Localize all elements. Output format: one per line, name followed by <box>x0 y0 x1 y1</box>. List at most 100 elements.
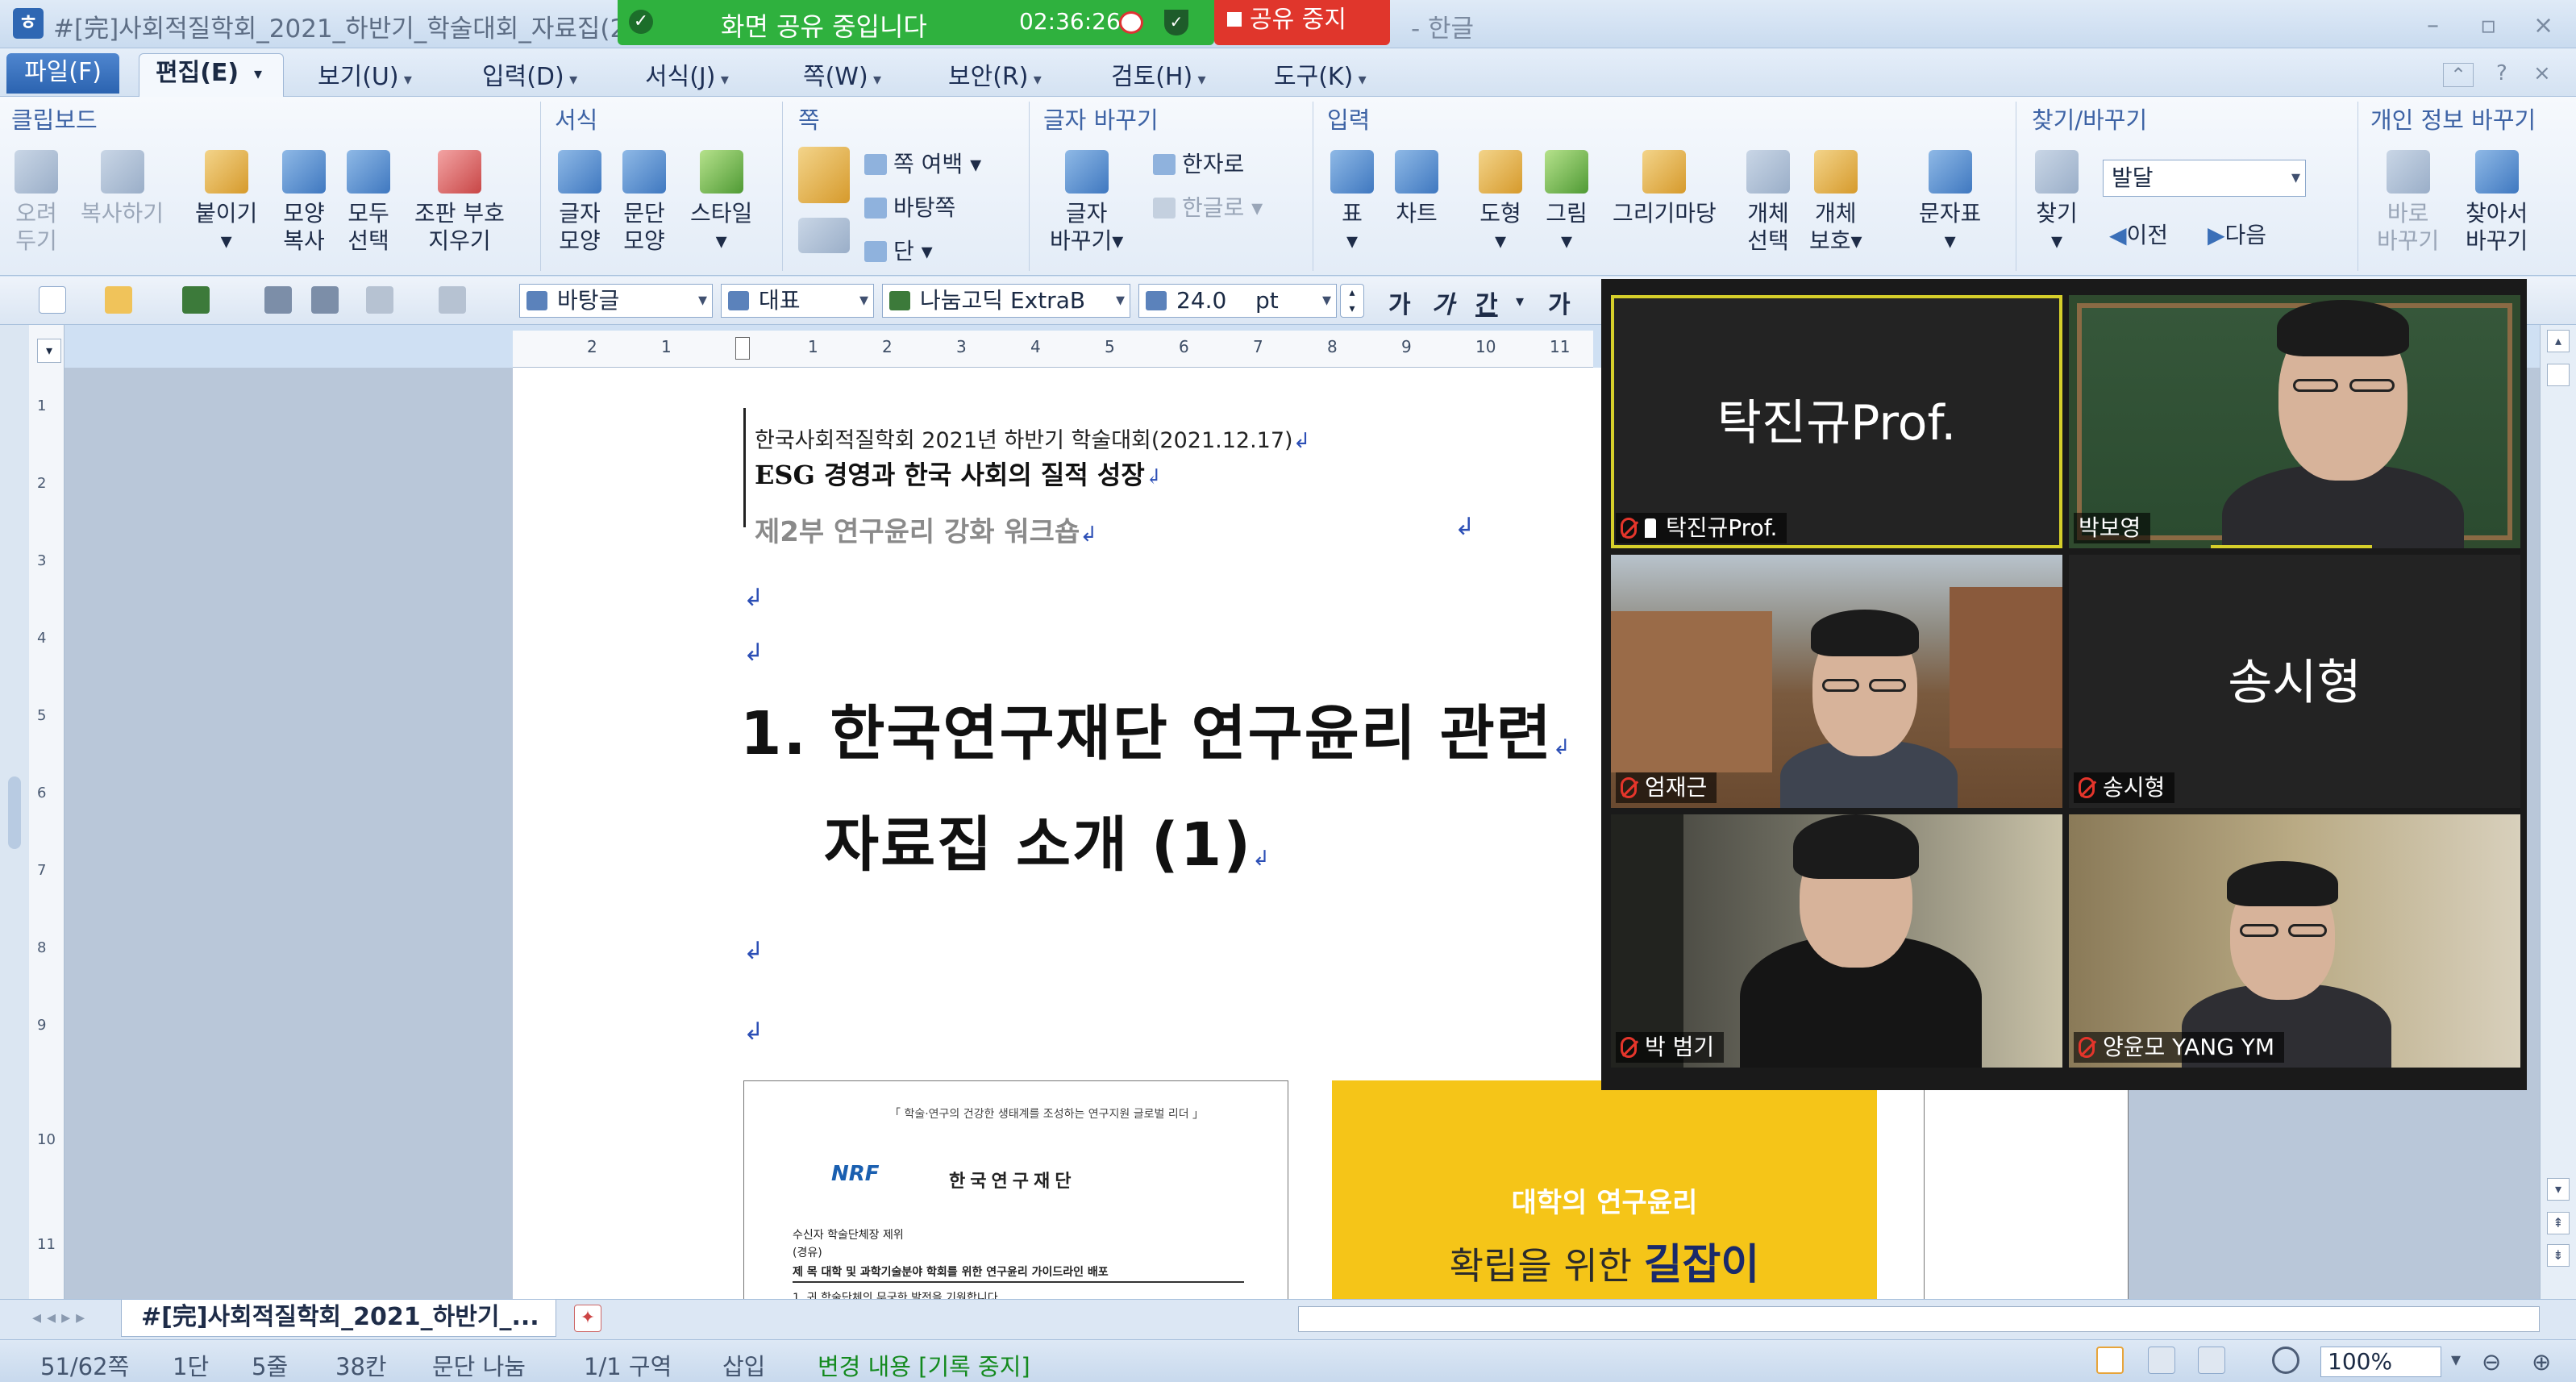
normal-view-icon[interactable] <box>2096 1347 2124 1374</box>
strike-button[interactable]: 가 <box>1548 285 1571 320</box>
participant-tile[interactable]: 송시형 송시형 <box>2069 555 2520 808</box>
vertical-scrollbar[interactable]: ▴ ▾ ⇞ ⇟ <box>2540 325 2576 1299</box>
picture-button[interactable]: 그림 ▾ <box>1545 150 1588 255</box>
new-tab-icon[interactable]: ✦ <box>574 1305 601 1332</box>
ruler-corner-button[interactable]: ▾ <box>37 339 61 363</box>
underline-dropdown[interactable]: ▾ <box>1516 291 1524 310</box>
security-shield-icon[interactable]: ✓ <box>1164 10 1188 35</box>
status-track-changes[interactable]: 변경 내용 [기록 중지] <box>818 1348 1030 1382</box>
chevron-down-icon[interactable]: ▾ <box>254 54 262 93</box>
status-page[interactable]: 51/62쪽 <box>40 1348 129 1382</box>
menu-review[interactable]: 검토(H) <box>1111 56 1206 92</box>
redo-icon[interactable] <box>439 286 466 314</box>
zoom-in-icon[interactable]: ⊕ <box>2532 1348 2551 1376</box>
find-next-button[interactable]: ▶다음 <box>2208 218 2266 250</box>
indent-marker[interactable] <box>735 337 750 360</box>
menu-security[interactable]: 보안(R) <box>948 56 1042 92</box>
save-icon[interactable] <box>182 286 210 314</box>
page-down-icon[interactable]: ⇟ <box>2547 1244 2570 1267</box>
symbols-button[interactable]: 문자표 ▾ <box>1919 150 1981 255</box>
undo-icon[interactable] <box>366 286 393 314</box>
find-button[interactable]: 찾기 ▾ <box>2035 150 2079 255</box>
participant-tile[interactable]: 박 범기 <box>1611 814 2062 1068</box>
italic-button[interactable]: 가 <box>1432 285 1454 320</box>
menu-view[interactable]: 보기(U) <box>318 56 412 92</box>
para-shape-button[interactable]: 문단 모양 <box>622 150 666 255</box>
privacy-find-button[interactable]: 찾아서 바꾸기 <box>2466 150 2528 255</box>
page-view-icon[interactable] <box>2198 1347 2225 1374</box>
format-copy-button[interactable]: 모양 복사 <box>282 150 326 255</box>
menu-file[interactable]: 파일(F) <box>6 53 119 94</box>
scroll-up-icon[interactable]: ▴ <box>2547 330 2570 352</box>
menu-edit[interactable]: 편집(E) ▾ <box>139 53 284 97</box>
font-size-stepper[interactable]: ▴ ▾ <box>1340 284 1364 318</box>
table-button[interactable]: 표 ▾ <box>1330 150 1374 255</box>
scroll-thumb[interactable] <box>2547 364 2570 386</box>
font-select[interactable]: 나눔고딕 ExtraB <box>882 284 1130 318</box>
magnifier-icon[interactable] <box>2272 1347 2299 1374</box>
chart-button[interactable]: 차트 <box>1395 150 1438 227</box>
to-hanja-button[interactable]: 한자로 <box>1153 147 1244 179</box>
web-view-icon[interactable] <box>2148 1347 2175 1374</box>
underline-button[interactable]: 간 <box>1475 285 1498 320</box>
bold-button[interactable]: 가 <box>1388 285 1411 320</box>
close-button[interactable]: × <box>2533 11 2553 40</box>
column-button[interactable]: 단 ▾ <box>864 234 933 266</box>
draw-gallery-button[interactable]: 그리기마당 <box>1613 150 1717 227</box>
recording-icon[interactable] <box>1119 11 1143 34</box>
copy-button[interactable]: 복사하기 <box>81 150 164 227</box>
page-layout-button[interactable] <box>798 147 850 210</box>
research-ethics-guide-cover[interactable]: 대학의 연구윤리 확립을 위한 길잡이 <box>1332 1080 1877 1299</box>
to-hangul-button[interactable]: 한글로 ▾ <box>1153 190 1263 223</box>
print-icon[interactable] <box>264 286 292 314</box>
zoom-out-icon[interactable]: ⊖ <box>2482 1348 2501 1376</box>
object-select-button[interactable]: 개체 선택 <box>1746 150 1790 255</box>
ribbon-collapse-button[interactable]: ⌃ <box>2443 63 2474 87</box>
page-up-icon[interactable]: ⇞ <box>2547 1212 2570 1234</box>
tab-nav-icons[interactable]: ◂ ◂ ▸ ▸ <box>32 1308 85 1328</box>
shape-button[interactable]: 도형 ▾ <box>1479 150 1522 255</box>
third-image-frame[interactable] <box>1924 1080 2129 1299</box>
zoom-dropdown-icon[interactable]: ▾ <box>2451 1348 2461 1371</box>
panel-grip[interactable] <box>8 776 21 849</box>
stop-share-button[interactable]: 공유 중지 <box>1214 0 1390 45</box>
menu-page[interactable]: 쪽(W) <box>803 56 881 92</box>
participant-tile[interactable]: 엄재근 <box>1611 555 2062 808</box>
horizontal-scrollbar[interactable] <box>1298 1306 2540 1332</box>
menu-tools[interactable]: 도구(K) <box>1274 56 1367 92</box>
object-protect-button[interactable]: 개체 보호▾ <box>1809 150 1862 255</box>
doc-close-button[interactable]: × <box>2533 61 2551 85</box>
char-shape-button[interactable]: 글자 모양 <box>558 150 601 255</box>
page-margin-button[interactable]: 쪽 여백 ▾ <box>864 147 981 179</box>
menu-format[interactable]: 서식(J) <box>645 56 729 92</box>
background-page-button[interactable]: 바탕쪽 <box>864 190 955 223</box>
minimize-button[interactable]: – <box>2427 11 2439 40</box>
restore-button[interactable]: ▫ <box>2480 11 2496 40</box>
cut-button[interactable]: 오려 두기 <box>15 150 58 255</box>
find-prev-button[interactable]: ◀이전 <box>2109 218 2168 250</box>
font-size-select[interactable]: 24.0 pt <box>1138 284 1337 318</box>
paste-button[interactable]: 붙이기 ▾ <box>195 150 257 255</box>
char-replace-button[interactable]: 글자 바꾸기▾ <box>1050 150 1123 255</box>
preview-icon[interactable] <box>311 286 339 314</box>
style-button[interactable]: 스타일 ▾ <box>690 150 752 255</box>
find-input[interactable]: 발달 <box>2103 160 2306 197</box>
privacy-direct-button[interactable]: 바로 바꾸기 <box>2377 150 2439 255</box>
clear-marks-button[interactable]: 조판 부호 지우기 <box>414 150 505 255</box>
select-all-button[interactable]: 모두 선택 <box>347 150 390 255</box>
zoom-select[interactable]: 100% <box>2320 1347 2441 1377</box>
help-button[interactable]: ? <box>2496 61 2507 85</box>
status-section[interactable]: 1/1 구역 <box>584 1348 672 1382</box>
participant-tile[interactable]: 박보영 <box>2069 295 2520 548</box>
nrf-letter-image[interactable]: 「 학술·연구의 건강한 생태계를 조성하는 연구지원 글로벌 리더 」 NRF… <box>743 1080 1288 1299</box>
scroll-down-icon[interactable]: ▾ <box>2547 1178 2570 1201</box>
open-folder-icon[interactable] <box>105 286 132 314</box>
participant-tile[interactable]: 탁진규Prof. 탁진규Prof. <box>1611 295 2062 548</box>
page-orientation-button[interactable] <box>798 218 850 260</box>
status-insert-mode[interactable]: 삽입 <box>722 1348 765 1382</box>
participant-tile[interactable]: 양윤모 YANG YM <box>2069 814 2520 1068</box>
style-select[interactable]: 바탕글 <box>519 284 713 318</box>
tab-current-document[interactable]: #[完]사회적질학회_2021_하반기_... <box>121 1300 556 1337</box>
new-document-icon[interactable] <box>39 286 66 314</box>
menu-insert[interactable]: 입력(D) <box>482 56 577 92</box>
